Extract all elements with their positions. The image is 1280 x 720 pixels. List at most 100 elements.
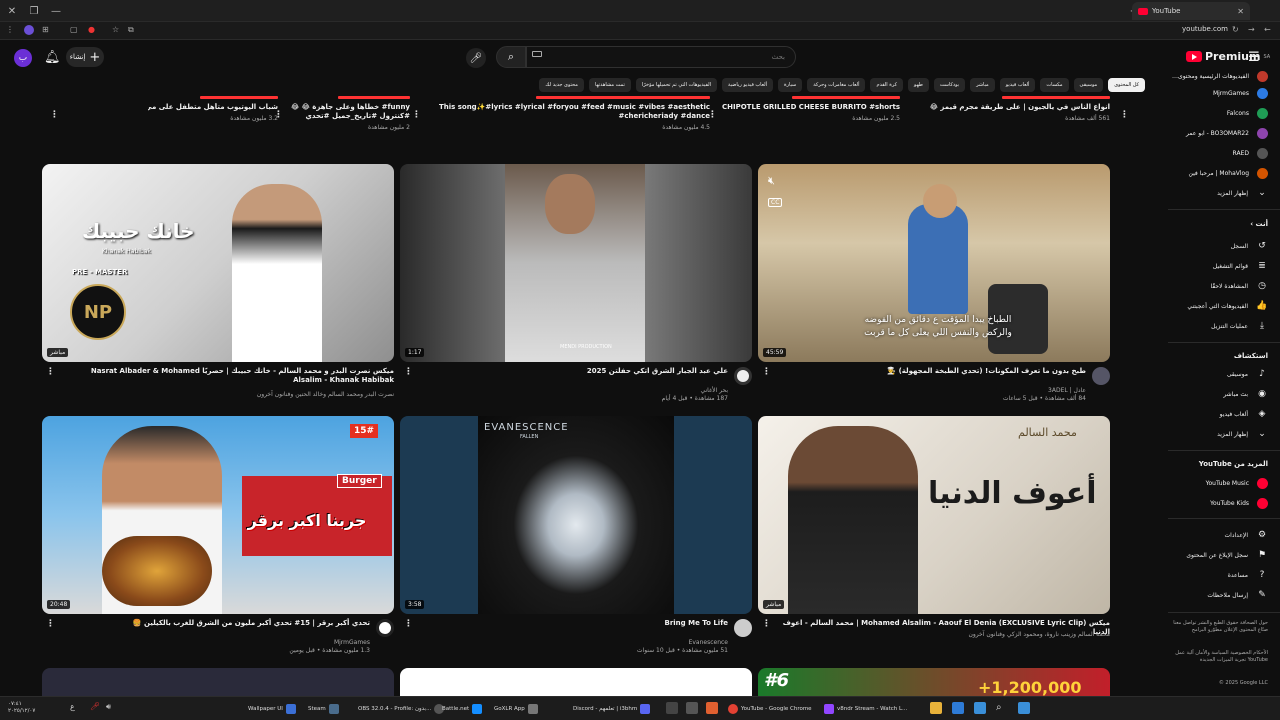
cc-icon[interactable]: CC [768,198,783,207]
show-more-subscriptions[interactable]: ⌄ إظهار المزيد [1163,183,1268,203]
chip[interactable]: طهو [907,78,929,92]
mic-muted-icon[interactable]: 🎤︎ [90,702,102,714]
video-title[interactable]: طبخ بدون ما تعرف المكونات! (تحدي الطبخة … [776,367,1086,376]
more-actions-icon[interactable]: ⋮ [762,619,771,629]
more-actions-icon[interactable]: ⋮ [404,619,413,629]
more-actions-icon[interactable]: ⋮ [412,110,421,120]
more-actions-icon[interactable]: ⋮ [274,110,283,120]
video-card[interactable]: MENDI PRODUCTION 1:17 علي عبد الجبار الش… [400,164,752,405]
short-item[interactable]: CHIPOTLE GRILLED CHEESE BURRITO #shorts … [720,96,900,136]
tabs-icon[interactable]: ▢ [70,25,78,34]
menu-dots-icon[interactable]: ⋮ [6,25,14,34]
channel-name[interactable]: نصرت البدر ومحمد السالم وخالد الحنين وفن… [84,391,394,399]
chip[interactable]: كرة القدم [870,78,903,92]
chip[interactable]: ألعاب مغامرات وحركة [807,78,866,92]
taskbar-app[interactable]: v8ndr Stream - Watch L... [824,702,907,716]
nav-history[interactable]: ↺ السجل [1163,236,1268,256]
video-card[interactable]: خانك حبيبك Khanak Habibak PRE - MASTER N… [42,164,394,405]
taskbar-app[interactable]: Battle.net [442,702,483,716]
chip[interactable]: بودكاست [933,78,966,92]
extensions-icon[interactable]: ⊞ [42,25,49,34]
chip[interactable]: موسيقى [1073,78,1104,92]
notifications-bell-icon[interactable]: 🔔︎ [44,50,61,65]
forward-icon[interactable]: → [1248,25,1255,34]
channel-name[interactable]: Evanescence [418,639,728,647]
search-input[interactable] [526,46,796,68]
channel-name[interactable]: MjrmGames [60,639,370,647]
chip[interactable]: الفيديوهات التي تم تحميلها مؤخرًا [635,78,717,92]
taskbar-app-icon[interactable] [666,702,678,714]
back-icon[interactable]: ← [1264,25,1271,34]
subscription-item[interactable]: MohaVlog | مرحبا فين [1163,163,1268,183]
video-thumbnail[interactable] [42,668,394,696]
nav-music[interactable]: ♪ موسيقى [1163,364,1268,384]
taskbar-app-icon[interactable] [686,702,698,714]
channel-name[interactable]: بحر الأغاني [418,387,729,395]
video-thumbnail[interactable]: Burger 15# جربنا اكبر برقر 20:48 [42,416,394,614]
video-thumbnail[interactable]: MENDI PRODUCTION 1:17 [400,164,752,362]
taskbar-app[interactable]: Steam [308,702,339,716]
nav-report-history[interactable]: ⚑ سجل الإبلاغ عن المحتوى [1163,545,1268,565]
nav-feedback[interactable]: ✎ إرسال ملاحظات [1163,585,1268,605]
more-actions-icon[interactable]: ⋮ [762,367,771,377]
chip[interactable]: ألعاب فيديو رياضية [721,78,773,92]
you-section-heading[interactable]: أنت › [1250,220,1268,228]
nav-gaming[interactable]: ◈ ألعاب فيديو [1163,404,1268,424]
taskbar-app-icon[interactable] [974,702,986,714]
close-window-icon[interactable]: ✕ [4,3,20,19]
more-actions-icon[interactable]: ⋮ [404,367,413,377]
chip[interactable]: محتوى جديد لك [539,78,584,92]
footer-links[interactable]: الأحكام الخصوصية السياسة والأمان آلية عم… [1168,650,1268,664]
hamburger-menu-icon[interactable]: ☰ [1248,50,1260,65]
short-item[interactable]: انواع الناس في يالجيون | على طريقة مجرم … [930,96,1110,136]
create-button[interactable]: إنشاء + [66,47,104,67]
taskbar-app[interactable]: YouTube - Google Chrome [728,702,812,716]
video-thumbnail[interactable]: خانك حبيبك Khanak Habibak PRE - MASTER N… [42,164,394,362]
taskbar-app[interactable]: GoXLR App [494,702,538,716]
more-actions-icon[interactable]: ⋮ [46,619,55,629]
nav-watch-later[interactable]: ◷ المشاهدة لاحقًا [1163,276,1268,296]
restore-window-icon[interactable]: ❐ [26,3,42,19]
taskbar-clock[interactable]: ٠٧:٤١ ٢٠٢٥/١٢/٠٧ [8,701,35,715]
short-item[interactable]: شباب اليوتيوب متأهل متطفل على مي 😂 3.2 م… [148,96,278,136]
video-title[interactable]: Bring Me To Life [418,619,728,628]
video-card[interactable]: EVANESCENCE FALLEN 3:58 Bring Me To Life… [400,416,752,657]
nav-settings[interactable]: ⚙ الإعدادات [1163,525,1268,545]
nav-liked[interactable]: 👍 الفيديوهات التي أعجبتني [1163,296,1268,316]
short-item[interactable]: funny# خطاها وعلى جاهزة 😂 😂 #كنترول #تار… [290,96,410,136]
taskbar-app[interactable]: Discord - تعلمهم | i3bhm [573,702,651,716]
video-card[interactable]: 🔇︎ CC الطباخ يبدا المؤقت ع دقائق من الفو… [758,164,1110,405]
mute-icon[interactable]: 🔇︎ [768,174,775,188]
keyboard-icon[interactable] [532,51,542,57]
video-thumbnail[interactable]: أعوف الدنيا محمد السالم مباشر [758,416,1110,614]
search-button[interactable]: ⌕ [496,46,526,68]
channel-name[interactable]: محمد السالم وزينب ناروة، ومحمود الزكي وف… [800,631,1110,639]
more-actions-icon[interactable]: ⋮ [50,110,59,120]
nav-youtube-kids[interactable]: YouTube Kids [1163,493,1268,513]
chip[interactable]: مكسات [1040,78,1069,92]
video-card[interactable]: أعوف الدنيا محمد السالم مباشر ميكس Moham… [758,416,1110,657]
channel-avatar[interactable] [734,619,752,637]
taskbar-app[interactable]: OBS 32.0.4 - Profile: بدون... [358,702,445,716]
subscription-item[interactable]: RAED [1163,143,1268,163]
reload-icon[interactable]: ↻ [1232,25,1239,34]
minimize-window-icon[interactable]: — [48,3,64,19]
video-thumbnail[interactable] [400,668,752,696]
bookmark-star-icon[interactable]: ☆ [112,25,119,34]
footer-links[interactable]: حول الصحافة حقوق الطبع والنشر تواصل معنا… [1168,620,1268,634]
subscription-item[interactable]: BO3OMAR22 - ابو عمر [1163,123,1268,143]
channel-name[interactable]: عادل | 3ADEL [776,387,1086,395]
chip[interactable]: سيارة [777,78,803,92]
video-title[interactable]: تحدي أكبر برقر | 15# تحدي أكبر مليون من … [60,619,370,628]
voice-search-icon[interactable]: 🎤︎ [466,48,486,68]
profile-icon[interactable] [24,25,34,35]
video-title[interactable]: ميكس نصرت البدر و محمد السالم - خانك حبي… [64,367,394,385]
subscription-item[interactable]: Falcons [1163,103,1268,123]
video-thumbnail[interactable]: 🔇︎ CC الطباخ يبدا المؤقت ع دقائق من الفو… [758,164,1110,362]
volume-icon[interactable]: 🔊︎ [106,702,118,714]
language-icon[interactable]: ع [70,702,82,714]
taskbar-app[interactable]: Wallpaper UI [248,702,296,716]
nav-show-more[interactable]: ⌄ إظهار المزيد [1163,424,1268,444]
video-thumbnail[interactable]: #6 +1,200,000 [758,668,1110,696]
channel-avatar[interactable] [1092,367,1110,385]
